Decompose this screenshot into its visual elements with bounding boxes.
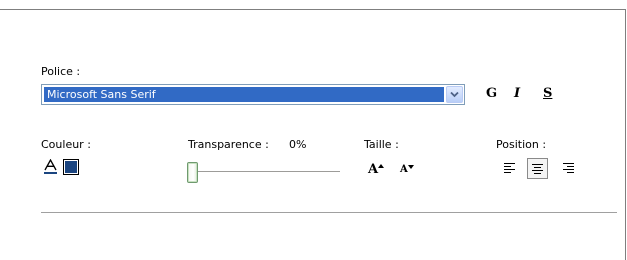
triangle-up-icon bbox=[378, 164, 385, 168]
underline-button[interactable]: S bbox=[543, 86, 552, 101]
separator bbox=[41, 212, 617, 214]
align-right-icon[interactable] bbox=[559, 159, 577, 177]
panel bbox=[0, 9, 626, 260]
color-label: Couleur : bbox=[41, 138, 91, 151]
transparency-slider-thumb[interactable] bbox=[187, 162, 198, 183]
text-color-icon[interactable] bbox=[43, 158, 58, 175]
size-label: Taille : bbox=[364, 138, 399, 151]
align-left-icon[interactable] bbox=[500, 159, 518, 177]
triangle-down-icon bbox=[407, 165, 414, 169]
transparency-label: Transparence : bbox=[188, 138, 269, 151]
font-dropdown-value: Microsoft Sans Serif bbox=[44, 87, 444, 102]
font-size-increase-button[interactable]: A bbox=[368, 162, 385, 177]
transparency-slider-track[interactable] bbox=[194, 171, 340, 173]
chevron-down-icon[interactable] bbox=[446, 86, 463, 103]
font-dropdown[interactable]: Microsoft Sans Serif bbox=[41, 84, 465, 105]
font-label: Police : bbox=[41, 65, 81, 78]
position-label: Position : bbox=[496, 138, 547, 151]
transparency-value: 0% bbox=[289, 138, 307, 151]
align-center-icon[interactable] bbox=[527, 158, 548, 179]
italic-button[interactable]: I bbox=[514, 86, 520, 101]
font-size-decrease-letter: A bbox=[400, 164, 408, 175]
color-swatch[interactable] bbox=[63, 159, 79, 175]
bold-button[interactable]: G bbox=[486, 86, 497, 101]
font-size-increase-letter: A bbox=[368, 162, 379, 177]
font-size-decrease-button[interactable]: A bbox=[400, 164, 414, 175]
